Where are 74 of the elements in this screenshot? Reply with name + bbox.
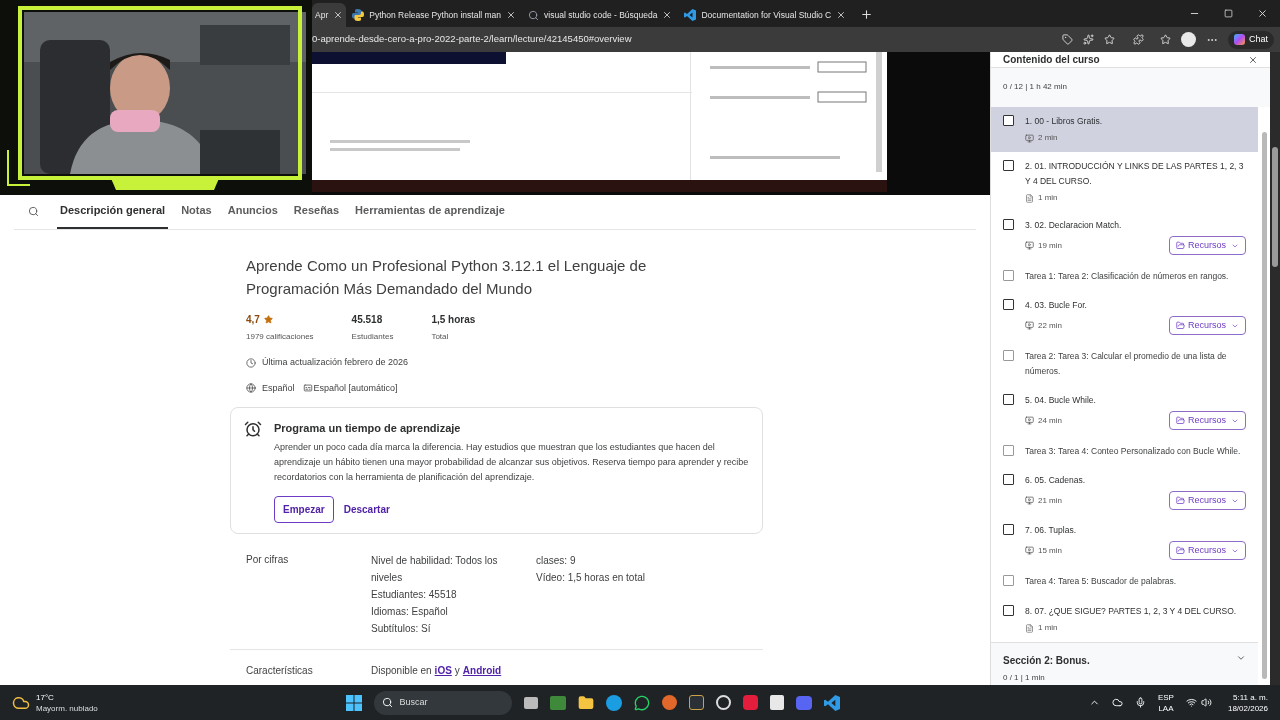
dismiss-link[interactable]: Descartar [343, 501, 390, 517]
browser-tab[interactable]: visual studio code - Búsqueda [522, 3, 679, 27]
task-title: Tarea 4: Tarea 5: Buscador de palabras. [1025, 575, 1178, 588]
lecture-title: 2. 01. INTRODUCCIÓN Y LINKS DE LAS PARTES 1, 2, 3 Y 4 DEL CURSO. [1025, 160, 1245, 188]
reminder-text: Aprender un poco cada día marca la diferencia. Hay estudios que muestran que los estudiantes que hacen del aprendizaje un hábito tienen una mayor probabilidad de alcanzar sus objetivos. Reserva tiempo para aprender y recibe recordatorios con la herramienta de planificación del aprendizaje. [274, 440, 750, 484]
weather-text: Mayorm. nublado [36, 702, 98, 714]
course-tab[interactable]: Reseñas [290, 194, 343, 229]
lecture-title: 6. 05. Cadenas. [1025, 474, 1086, 487]
browser-tab[interactable]: Documentation for Visual Studio C [678, 3, 853, 27]
lecture-title: 4. 03. Bucle For. [1025, 299, 1088, 312]
browser-tab[interactable]: Python Release Python install man [346, 3, 523, 27]
app-link[interactable]: iOS [434, 662, 452, 678]
lecture-duration: 2 min [1038, 132, 1058, 144]
section-title: Sección 2: Bonus. [1003, 654, 1090, 668]
lecture-title: 3. 02. Declaracion Match. [1025, 219, 1123, 232]
reminder-title: Programa un tiempo de aprendizaje [274, 421, 462, 436]
app-link[interactable]: Android [462, 662, 502, 678]
course-detail: Vídeo: 1,5 horas en total [536, 570, 645, 585]
section-summary: 0 / 12 | 1 h 42 min [1003, 82, 1067, 91]
course-detail: clases: 9 [536, 553, 577, 568]
lecture-title: 8. 07. ¿QUE SIGUE? PARTES 1, 2, 3 Y 4 DEL CURSO. [1025, 605, 1238, 618]
course-language: Español [262, 381, 295, 395]
task-title: Tarea 1: Tarea 2: Clasificación de números en rangos. [1025, 270, 1230, 283]
lecture-title: 1. 00 - Libros Gratis. [1025, 115, 1103, 128]
lecture-duration: 21 min [1038, 494, 1062, 507]
course-title: Aprende Como un Profesional Python 3.12.1 el Lenguaje de Programación Más Demandado del Mundo [245, 256, 648, 299]
keyboard-layout[interactable]: LAA [1158, 702, 1174, 714]
task-title: Tarea 3: Tarea 4: Conteo Personalizado con Bucle While. [1025, 445, 1242, 458]
lecture-duration: 15 min [1038, 544, 1062, 557]
input-language[interactable]: ESP [1157, 691, 1174, 703]
ratings-count: 1979 calificaciones [246, 331, 314, 343]
stat-value: 1,5 horas [431, 313, 476, 327]
temperature: 17°C [36, 691, 55, 703]
course-captions: Español [automático] [313, 381, 398, 395]
course-detail: Subtítulos: Sí [371, 621, 432, 636]
availability-text: Disponible en [371, 663, 432, 678]
course-tab[interactable]: Notas [178, 194, 215, 229]
clock-date[interactable]: 18/02/2026 [1227, 702, 1268, 714]
resources-button[interactable]: Recursos [1169, 236, 1246, 255]
address-bar[interactable]: 0-aprende-desde-cero-a-pro-2022-parte-2/learn/lecture/42145450#overview [312, 32, 632, 47]
lecture-duration: 24 min [1038, 414, 1062, 427]
resources-button[interactable]: Recursos [1169, 491, 1246, 510]
sidebar-title: Contenido del curso [1003, 53, 1100, 67]
task-title: Tarea 2: Tarea 3: Calcular el promedio de una lista de números. [1025, 350, 1228, 378]
stat-label: Estudiantes [351, 331, 394, 343]
availability-joiner: y [454, 663, 460, 678]
course-item[interactable]: 1. 00 - Libros Gratis. 2 min [991, 107, 1258, 152]
section-header[interactable]: Sección 2: Bonus. 0 / 1 | 1 min [991, 642, 1258, 685]
resources-button[interactable]: Recursos [1169, 541, 1246, 560]
stat-value: 45.518 [351, 313, 384, 327]
section-label: Por cifras [246, 552, 290, 567]
last-updated: Última actualización febrero de 2026 [262, 356, 409, 369]
start-button[interactable]: Empezar [274, 495, 334, 523]
lecture-duration: 22 min [1038, 319, 1062, 332]
course-tab[interactable]: Herramientas de aprendizaje [352, 194, 508, 229]
section-summary: 0 / 1 | 1 min [1003, 672, 1046, 684]
lecture-duration: 19 min [1038, 239, 1062, 252]
stat-label: Total [431, 331, 450, 343]
section-label: Características [246, 663, 314, 678]
lecture-title: 5. 04. Bucle While. [1025, 394, 1097, 407]
course-detail: Idiomas: Español [371, 604, 449, 619]
course-detail: Estudiantes: 45518 [371, 587, 458, 602]
course-tab[interactable]: Anuncios [224, 194, 281, 229]
course-detail: Nivel de habilidad: Todos los niveles [371, 553, 499, 585]
resources-button[interactable]: Recursos [1169, 411, 1246, 430]
clock-time[interactable]: 5:11 a. m. [1233, 691, 1268, 703]
browser-tab[interactable]: Apr [312, 3, 347, 27]
resources-button[interactable]: Recursos [1169, 316, 1246, 335]
chat-button[interactable]: Chat [1228, 30, 1274, 49]
lecture-duration: 1 min [1038, 622, 1058, 634]
rating-value: 4,7 [246, 313, 260, 327]
lecture-title: 7. 06. Tuplas. [1025, 524, 1078, 537]
lecture-duration: 1 min [1038, 192, 1058, 204]
taskbar-search-field[interactable]: Buscar [374, 690, 513, 715]
